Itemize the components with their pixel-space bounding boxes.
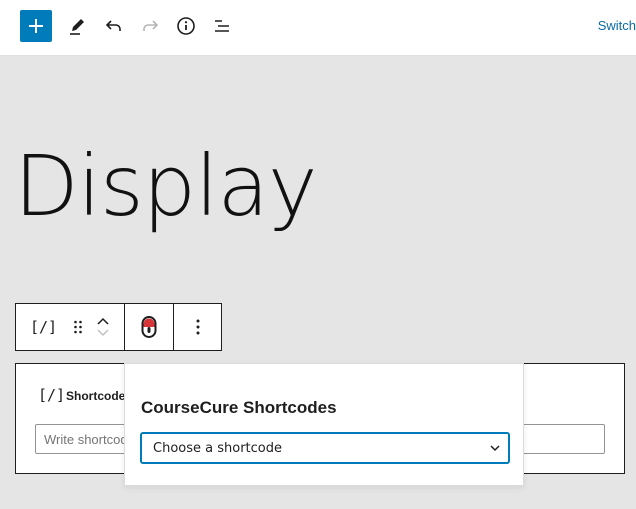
redo-button[interactable]: [134, 10, 166, 42]
plus-icon: [29, 19, 43, 33]
chevron-down-icon[interactable]: [97, 329, 109, 337]
add-block-button[interactable]: [20, 10, 52, 42]
pencil-icon: [70, 19, 84, 35]
block-type-button[interactable]: [/]: [30, 318, 57, 336]
block-movers: [97, 317, 109, 337]
block-toolbar-group-plugin: [124, 304, 173, 350]
info-icon: [177, 17, 195, 35]
shortcode-select[interactable]: Choose a shortcode: [141, 433, 509, 463]
chevron-down-icon: [490, 444, 500, 451]
switch-link[interactable]: Switch: [598, 18, 636, 33]
undo-icon: [105, 20, 121, 31]
more-vertical-icon[interactable]: [196, 319, 200, 335]
chevron-up-icon[interactable]: [97, 317, 109, 325]
block-toolbar: [/]: [15, 303, 222, 351]
drag-handle-icon[interactable]: [73, 319, 83, 335]
details-button[interactable]: [170, 10, 202, 42]
list-view-button[interactable]: [206, 10, 238, 42]
block-toolbar-group-main: [/]: [16, 304, 124, 350]
shortcode-select-value: Choose a shortcode: [153, 440, 282, 456]
editor-top-toolbar: Switch: [0, 0, 636, 56]
redo-icon: [143, 20, 159, 31]
page-title[interactable]: Display: [14, 134, 318, 238]
shortcode-block-label: Shortcode: [66, 389, 126, 403]
coursecure-popover: CourseCure Shortcodes Choose a shortcode: [124, 363, 524, 486]
block-toolbar-group-more: [173, 304, 221, 350]
list-view-icon: [215, 20, 229, 32]
coursecure-icon[interactable]: [139, 315, 159, 339]
tools-button[interactable]: [61, 10, 93, 42]
undo-button[interactable]: [98, 10, 130, 42]
popover-title: CourseCure Shortcodes: [141, 398, 337, 417]
shortcode-icon: [/]: [38, 386, 66, 404]
